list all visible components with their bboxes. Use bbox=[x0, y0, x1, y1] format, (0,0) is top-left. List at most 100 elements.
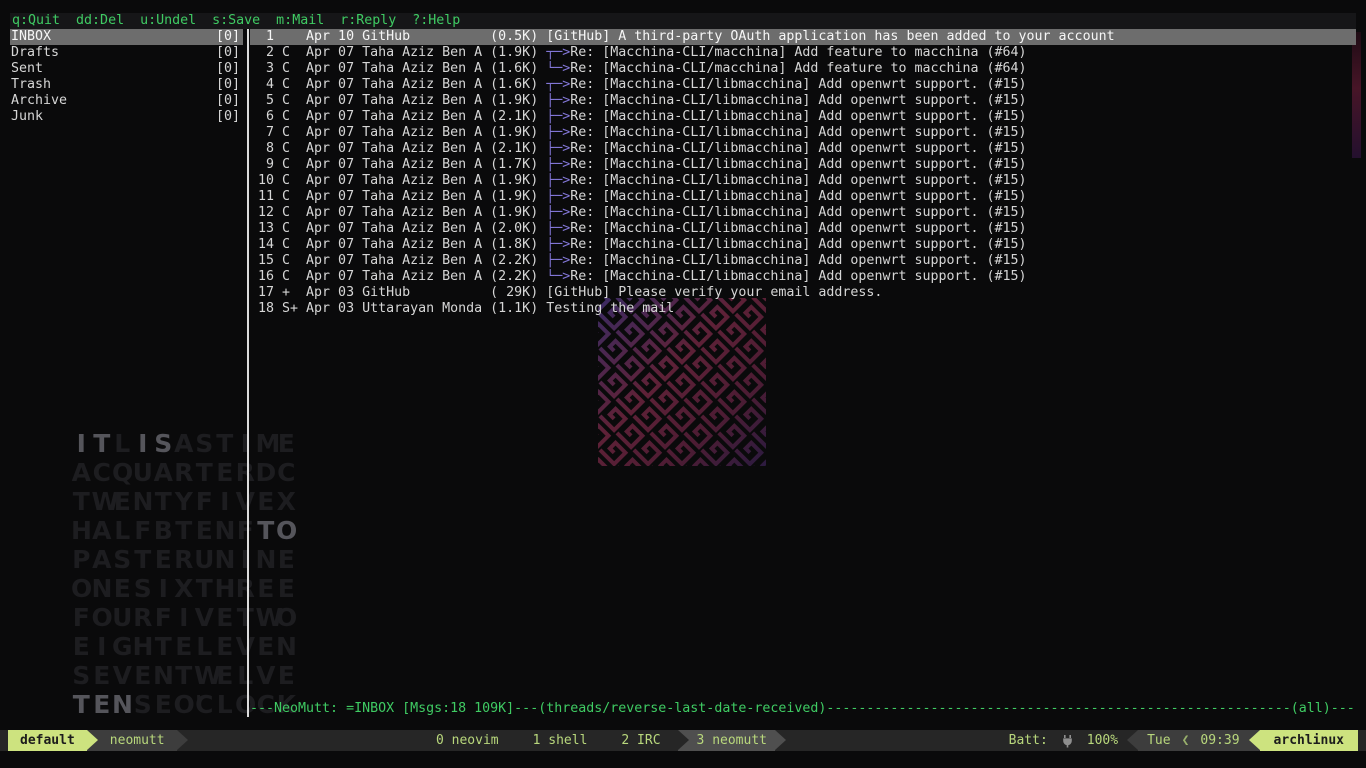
sidebar-item-trash[interactable]: Trash [0] bbox=[10, 77, 243, 93]
mail-row-16[interactable]: 16 C Apr 07 Taha Aziz Ben A (2.2K) └─>Re… bbox=[250, 269, 1356, 285]
mail-subject: Re: [Macchina-CLI/libmacchina] Add openw… bbox=[570, 173, 1026, 188]
mailbox-count: [0] bbox=[216, 109, 240, 125]
tmux-window-active-3-neomutt[interactable]: 3 neomutt bbox=[678, 730, 786, 751]
thread-tree-icon: ├─> bbox=[546, 253, 570, 268]
mail-row-meta: 7 C Apr 07 Taha Aziz Ben A (1.9K) bbox=[250, 125, 546, 140]
mailbox-count: [0] bbox=[216, 93, 240, 109]
mail-row-meta: 2 C Apr 07 Taha Aziz Ben A (1.9K) bbox=[250, 45, 546, 60]
sidebar-item-sent[interactable]: Sent [0] bbox=[10, 61, 243, 77]
thread-tree-icon: ┬─> bbox=[546, 45, 570, 60]
battery-percentage: 100% bbox=[1078, 730, 1127, 751]
thread-tree-icon: ├─> bbox=[546, 221, 570, 236]
tmux-window-1-shell[interactable]: 1 shell bbox=[516, 730, 605, 751]
tmux-right-section: Batt: 100% Tue ❮ 09:39 archlinux bbox=[1000, 730, 1366, 751]
neomutt-terminal: q:Quit dd:Del u:Undel s:Save m:Mail r:Re… bbox=[0, 0, 1366, 768]
mail-row-meta: 3 C Apr 07 Taha Aziz Ben A (1.6K) bbox=[250, 61, 546, 76]
day-label: Tue bbox=[1138, 730, 1179, 751]
battery-label: Batt: bbox=[1000, 730, 1057, 751]
mail-row-17[interactable]: 17 + Apr 03 GitHub ( 29K) [GitHub] Pleas… bbox=[250, 285, 1356, 301]
mail-row-2[interactable]: 2 C Apr 07 Taha Aziz Ben A (1.9K) ┬─>Re:… bbox=[250, 45, 1356, 61]
mail-subject: Re: [Macchina-CLI/libmacchina] Add openw… bbox=[570, 189, 1026, 204]
tmux-window-0-neovim[interactable]: 0 neovim bbox=[419, 730, 516, 751]
mail-row-meta: 5 C Apr 07 Taha Aziz Ben A (1.9K) bbox=[250, 93, 546, 108]
thread-tree-icon: ├─> bbox=[546, 93, 570, 108]
mail-row-meta: 12 C Apr 07 Taha Aziz Ben A (1.9K) bbox=[250, 205, 546, 220]
clock-time: 09:39 bbox=[1191, 730, 1248, 751]
mail-subject: [GitHub] A third-party OAuth application… bbox=[546, 29, 1114, 44]
neomutt-status-line: ---NeoMutt: =INBOX [Msgs:18 109K]---(thr… bbox=[250, 701, 1362, 717]
mail-row-meta: 18 S+ Apr 03 Uttarayan Monda (1.1K) bbox=[250, 301, 546, 316]
tmux-window-2-IRC[interactable]: 2 IRC bbox=[604, 730, 677, 751]
tmux-mode-indicator: neomutt bbox=[98, 730, 177, 751]
thread-tree-icon: ├─> bbox=[546, 125, 570, 140]
mail-row-meta: 13 C Apr 07 Taha Aziz Ben A (2.0K) bbox=[250, 221, 546, 236]
mode-label: neomutt bbox=[110, 730, 165, 751]
mail-row-12[interactable]: 12 C Apr 07 Taha Aziz Ben A (1.9K) ├─>Re… bbox=[250, 205, 1356, 221]
mailbox-name: Junk bbox=[11, 109, 43, 125]
mailbox-name: Trash bbox=[11, 77, 51, 93]
mailbox-count: [0] bbox=[216, 77, 240, 93]
sidebar-item-archive[interactable]: Archive[0] bbox=[10, 93, 243, 109]
mail-row-18[interactable]: 18 S+ Apr 03 Uttarayan Monda (1.1K) Test… bbox=[250, 301, 1356, 317]
mail-subject: Re: [Macchina-CLI/libmacchina] Add openw… bbox=[570, 77, 1026, 92]
mail-row-8[interactable]: 8 C Apr 07 Taha Aziz Ben A (2.1K) ├─>Re:… bbox=[250, 141, 1356, 157]
thread-tree-icon: ├─> bbox=[546, 109, 570, 124]
thread-tree-icon: ├─> bbox=[546, 189, 570, 204]
mail-row-meta: 11 C Apr 07 Taha Aziz Ben A (1.9K) bbox=[250, 189, 546, 204]
sidebar-item-inbox[interactable]: INBOX [0] bbox=[10, 29, 243, 45]
sidebar-item-junk[interactable]: Junk [0] bbox=[10, 109, 243, 125]
mail-subject: Testing the mail bbox=[546, 301, 674, 316]
sidebar-separator bbox=[247, 29, 249, 717]
mail-row-15[interactable]: 15 C Apr 07 Taha Aziz Ben A (2.2K) ├─>Re… bbox=[250, 253, 1356, 269]
mail-row-7[interactable]: 7 C Apr 07 Taha Aziz Ben A (1.9K) ├─>Re:… bbox=[250, 125, 1356, 141]
mail-row-3[interactable]: 3 C Apr 07 Taha Aziz Ben A (1.6K) └─>Re:… bbox=[250, 61, 1356, 77]
mail-subject: Re: [Macchina-CLI/libmacchina] Add openw… bbox=[570, 141, 1026, 156]
thread-tree-icon: ├─> bbox=[546, 205, 570, 220]
mailbox-count: [0] bbox=[216, 61, 240, 77]
tmux-session-name[interactable]: default bbox=[8, 730, 87, 751]
mail-row-14[interactable]: 14 C Apr 07 Taha Aziz Ben A (1.8K) ├─>Re… bbox=[250, 237, 1356, 253]
mail-row-4[interactable]: 4 C Apr 07 Taha Aziz Ben A (1.6K) ┬─>Re:… bbox=[250, 77, 1356, 93]
thread-tree-icon: └─> bbox=[546, 269, 570, 284]
mail-row-meta: 9 C Apr 07 Taha Aziz Ben A (1.7K) bbox=[250, 157, 546, 172]
mail-subject: Re: [Macchina-CLI/libmacchina] Add openw… bbox=[570, 125, 1026, 140]
mail-index-list: 1 Apr 10 GitHub (0.5K) [GitHub] A third-… bbox=[250, 29, 1356, 317]
mail-row-meta: 1 Apr 10 GitHub (0.5K) bbox=[250, 29, 546, 44]
mail-subject: Re: [Macchina-CLI/libmacchina] Add openw… bbox=[570, 109, 1026, 124]
tmux-left-section: default neomutt bbox=[0, 730, 188, 751]
mail-row-5[interactable]: 5 C Apr 07 Taha Aziz Ben A (1.9K) ├─>Re:… bbox=[250, 93, 1356, 109]
mail-subject: Re: [Macchina-CLI/macchina] Add feature … bbox=[570, 45, 1026, 60]
mail-row-9[interactable]: 9 C Apr 07 Taha Aziz Ben A (1.7K) ├─>Re:… bbox=[250, 157, 1356, 173]
thread-tree-icon: ├─> bbox=[546, 157, 570, 172]
mail-row-meta: 6 C Apr 07 Taha Aziz Ben A (2.1K) bbox=[250, 109, 546, 124]
mail-row-11[interactable]: 11 C Apr 07 Taha Aziz Ben A (1.9K) ├─>Re… bbox=[250, 189, 1356, 205]
mail-row-meta: 8 C Apr 07 Taha Aziz Ben A (2.1K) bbox=[250, 141, 546, 156]
mail-subject: Re: [Macchina-CLI/libmacchina] Add openw… bbox=[570, 205, 1026, 220]
chevron-left-icon: ❮ bbox=[1180, 730, 1192, 751]
mail-row-13[interactable]: 13 C Apr 07 Taha Aziz Ben A (2.0K) ├─>Re… bbox=[250, 221, 1356, 237]
mail-row-1[interactable]: 1 Apr 10 GitHub (0.5K) [GitHub] A third-… bbox=[250, 29, 1356, 45]
mail-subject: Re: [Macchina-CLI/libmacchina] Add openw… bbox=[570, 93, 1026, 108]
thread-tree-icon: ┬─> bbox=[546, 77, 570, 92]
mailbox-count: [0] bbox=[216, 45, 240, 61]
mail-row-meta: 17 + Apr 03 GitHub ( 29K) bbox=[250, 285, 546, 300]
sidebar-item-drafts[interactable]: Drafts[0] bbox=[10, 45, 243, 61]
thread-tree-icon: ├─> bbox=[546, 141, 570, 156]
mail-subject: Re: [Macchina-CLI/libmacchina] Add openw… bbox=[570, 157, 1026, 172]
mail-row-meta: 10 C Apr 07 Taha Aziz Ben A (1.9K) bbox=[250, 173, 546, 188]
mailbox-name: INBOX bbox=[11, 29, 51, 45]
mail-subject: Re: [Macchina-CLI/libmacchina] Add openw… bbox=[570, 253, 1026, 268]
power-plug-icon bbox=[1057, 730, 1078, 751]
mail-subject: Re: [Macchina-CLI/libmacchina] Add openw… bbox=[570, 237, 1026, 252]
mail-row-6[interactable]: 6 C Apr 07 Taha Aziz Ben A (2.1K) ├─>Re:… bbox=[250, 109, 1356, 125]
mail-row-meta: 4 C Apr 07 Taha Aziz Ben A (1.6K) bbox=[250, 77, 546, 92]
mail-subject: Re: [Macchina-CLI/libmacchina] Add openw… bbox=[570, 269, 1026, 284]
mailbox-name: Sent bbox=[11, 61, 43, 77]
mail-subject: [GitHub] Please verify your email addres… bbox=[546, 285, 882, 300]
hostname-label: archlinux bbox=[1274, 730, 1344, 751]
tmux-window-list: 0 neovim1 shell2 IRC3 neomutt bbox=[173, 730, 1032, 751]
thread-tree-icon: └─> bbox=[546, 61, 570, 76]
mailbox-count: [0] bbox=[216, 29, 240, 45]
thread-tree-icon: ├─> bbox=[546, 237, 570, 252]
mail-row-10[interactable]: 10 C Apr 07 Taha Aziz Ben A (1.9K) ├─>Re… bbox=[250, 173, 1356, 189]
